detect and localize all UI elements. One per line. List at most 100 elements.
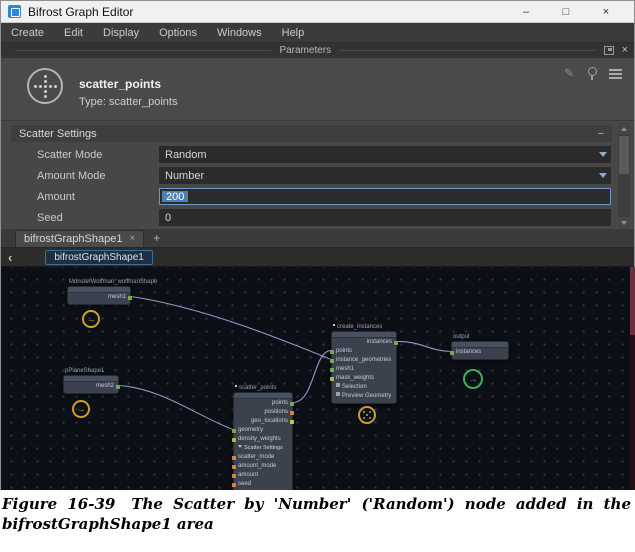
scatter-mode-dropdown[interactable]: Random [159,146,611,163]
pin-icon[interactable] [586,67,597,80]
port-square-icon[interactable] [290,420,294,424]
port-amount-input[interactable]: amount [234,471,292,480]
close-panel-icon[interactable]: × [622,45,628,56]
port-instances-output[interactable]: instances [332,338,396,347]
node-title: create_instances [333,324,382,330]
scroll-up-icon[interactable] [618,123,630,134]
port-density-weights-input[interactable]: density_weights [234,435,292,444]
preview-geometry-icon[interactable] [336,392,340,396]
port-square-icon[interactable] [232,483,236,487]
port-geo-locations-output[interactable]: geo_locations [234,417,292,426]
scrollbar-thumb[interactable] [619,136,629,174]
parameters-scrollbar[interactable] [618,123,630,228]
menu-create[interactable]: Create [1,23,54,43]
amount-mode-value: Number [165,170,204,182]
back-chevron-icon[interactable]: ‹ [8,251,12,264]
figure-caption: Figure 16-39The Scatter by 'Number' ('Ra… [0,490,635,552]
port-mesh1-input[interactable]: mesh1 [332,365,396,374]
chevron-down-icon[interactable] [595,167,611,184]
minimize-button[interactable]: – [506,1,546,23]
graph-node-pplane[interactable]: pPlaneShape1 mesh2 [63,375,119,394]
float-panel-icon[interactable] [604,46,614,55]
screenshot-root: Bifrost Graph Editor – □ × Create Edit D… [0,0,635,552]
menu-edit[interactable]: Edit [54,23,93,43]
points-preview-bullet[interactable] [358,406,376,424]
port-instance-geometries-input[interactable]: instance_geometries [332,356,396,365]
port-square-icon[interactable] [330,368,334,372]
graph-node-create-instances[interactable]: create_instances instances points instan… [331,331,397,404]
menu-display[interactable]: Display [93,23,149,43]
port-square-icon[interactable] [330,350,334,354]
seed-value: 0 [165,212,171,224]
scatter-mode-value: Random [165,149,207,161]
amount-mode-dropdown[interactable]: Number [159,167,611,184]
breadcrumb-current[interactable]: bifrostGraphShape1 [45,250,153,265]
tab-bifrostgraphshape1[interactable]: bifrostGraphShape1 × [15,230,144,247]
port-square-icon[interactable] [232,474,236,478]
amount-label: Amount [37,191,75,203]
port-points-output[interactable]: points [234,399,292,408]
port-square-icon[interactable] [232,456,236,460]
graph-scrollbar[interactable] [630,267,635,491]
port-square-icon[interactable] [128,296,132,300]
row-seed: Seed 0 [1,207,634,228]
output-bullet[interactable]: → [463,369,483,389]
seed-input[interactable]: 0 [159,209,611,226]
port-square-icon[interactable] [232,465,236,469]
close-button[interactable]: × [586,1,626,23]
tab-close-icon[interactable]: × [129,234,135,244]
port-positions-output[interactable]: positions [234,408,292,417]
port-mesh1-output[interactable]: mesh1 [68,293,130,302]
collapse-icon[interactable]: − [598,128,604,140]
breadcrumb-bar: ‹ bifrostGraphShape1 [1,248,634,267]
graph-canvas[interactable]: MonsterWolfman_wolfmanShape mesh1 → pPla… [1,267,635,491]
chevron-down-icon[interactable] [595,146,611,163]
port-square-icon[interactable] [450,351,454,355]
port-square-icon[interactable] [290,411,294,415]
graph-scrollbar-thumb[interactable] [630,267,635,335]
bifrost-graph-editor-window: Bifrost Graph Editor – □ × Create Edit D… [0,0,635,490]
port-points-input[interactable]: points [332,347,396,356]
port-square-icon[interactable] [116,385,120,389]
menu-burger-icon[interactable] [609,69,622,79]
graph-tabbar: bifrostGraphShape1 × + [1,229,634,248]
port-amount-mode-input[interactable]: amount_mode [234,462,292,471]
graph-node-wolfman[interactable]: MonsterWolfman_wolfmanShape mesh1 [67,286,131,305]
port-scatter-mode-input[interactable]: scatter_mode [234,453,292,462]
input-bullet-pplane[interactable]: → [72,400,90,418]
scroll-down-icon[interactable] [618,217,630,228]
graph-node-scatter-points[interactable]: scatter_points points positions geo_loca… [233,392,293,491]
port-square-icon[interactable] [330,377,334,381]
port-mesh2-output[interactable]: mesh2 [64,382,118,391]
port-seed-input[interactable]: seed [234,480,292,489]
amount-input[interactable]: 200 [159,188,611,205]
graph-node-output[interactable]: output instances [451,341,509,360]
selection-toggle-icon[interactable] [336,383,340,387]
menu-help[interactable]: Help [272,23,315,43]
group-scatter-settings[interactable]: Scatter Settings [234,444,292,453]
tab-label: bifrostGraphShape1 [24,233,122,245]
figure-label: Figure 16-39 [2,495,115,513]
port-square-icon[interactable] [394,341,398,345]
section-scatter-settings[interactable]: Scatter Settings − [11,125,612,142]
port-mask-weights-input[interactable]: mask_weights [332,374,396,383]
parameters-panel-header[interactable]: Parameters × [1,43,634,58]
add-tab-button[interactable]: + [153,231,160,245]
selection-row[interactable]: Selection [332,383,396,392]
port-square-icon[interactable] [330,359,334,363]
input-bullet-wolfman[interactable]: → [82,310,100,328]
port-square-icon[interactable] [232,438,236,442]
window-controls: – □ × [506,1,626,23]
preview-geometry-row[interactable]: Preview Geometry [332,392,396,401]
port-square-icon[interactable] [232,429,236,433]
node-name: scatter_points [79,77,161,91]
rename-pencil-icon[interactable]: ✎ [564,66,574,80]
port-geometry-input[interactable]: geometry [234,426,292,435]
port-square-icon[interactable] [290,402,294,406]
menu-windows[interactable]: Windows [207,23,272,43]
maximize-button[interactable]: □ [546,1,586,23]
collapse-triangle-icon[interactable] [238,445,242,448]
port-instances-input[interactable]: instances [452,348,508,357]
menu-options[interactable]: Options [149,23,207,43]
amount-mode-label: Amount Mode [37,170,105,182]
